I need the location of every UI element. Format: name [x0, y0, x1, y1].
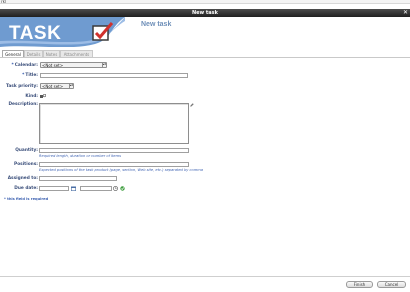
calendar-select-value: <Not set> — [42, 63, 64, 68]
due-date-label: Due date: — [14, 186, 38, 191]
due-date-input[interactable] — [39, 186, 69, 191]
task-priority-label: Task priority: — [6, 84, 38, 89]
calendar-select[interactable]: <Not set> ▴▾ — [40, 62, 107, 68]
cancel-button[interactable]: Cancel — [377, 281, 406, 288]
finish-button[interactable]: Finish — [346, 281, 373, 288]
positions-input[interactable] — [39, 162, 189, 167]
tab-divider — [0, 57, 410, 58]
due-time-input[interactable] — [80, 186, 112, 191]
header: TASK New task — [0, 17, 410, 47]
edit-icon[interactable] — [190, 103, 194, 107]
tab-notes[interactable]: Notes — [43, 50, 60, 57]
quantity-help-text: Required length, duration or number of i… — [39, 154, 121, 158]
tab-attachments[interactable]: Attachments — [60, 50, 93, 57]
tab-details[interactable]: Details — [24, 50, 43, 57]
description-textarea[interactable] — [39, 103, 189, 144]
clock-icon[interactable] — [113, 186, 118, 191]
calendar-label: *Calendar: — [11, 63, 38, 68]
title-input[interactable] — [40, 73, 188, 78]
kind-label: Kind: — [25, 94, 38, 99]
tab-bar: General Details Notes Attachments — [0, 50, 410, 57]
tab-general[interactable]: General — [2, 50, 24, 57]
chevron-updown-icon: ▴▾ — [69, 83, 74, 88]
window-titlebar: New task ✕ — [0, 9, 410, 17]
kind-icon[interactable] — [40, 94, 46, 98]
page-title: New task — [141, 21, 172, 28]
task-priority-select-value: <Not set> — [42, 84, 64, 89]
title-label: *Title: — [22, 73, 38, 78]
required-marker: * — [11, 63, 14, 68]
positions-label: Positions: — [14, 162, 38, 167]
description-label: Description: — [8, 102, 38, 107]
os-menu-strip: rkl — [0, 0, 410, 4]
task-checkbox-icon — [92, 22, 114, 41]
close-icon[interactable]: ✕ — [403, 9, 408, 16]
footer-divider — [0, 276, 410, 277]
task-priority-select[interactable]: <Not set> ▴▾ — [40, 83, 74, 89]
window-title: New task — [191, 10, 218, 16]
clear-icon[interactable] — [120, 186, 125, 191]
os-menu-label[interactable]: rkl — [1, 0, 6, 4]
quantity-input[interactable] — [39, 148, 189, 153]
brand-title: TASK — [9, 23, 62, 44]
calendar-icon[interactable] — [71, 186, 76, 191]
assigned-to-label: Assigned to: — [7, 176, 38, 181]
brand-banner: TASK — [0, 17, 125, 47]
quantity-label: Quantity: — [15, 148, 38, 153]
assigned-to-input[interactable] — [39, 176, 117, 181]
positions-help-text: Expected positions of the task product (… — [39, 168, 203, 172]
chevron-updown-icon: ▴▾ — [102, 62, 107, 67]
required-field-note: * this field is required — [4, 197, 49, 201]
